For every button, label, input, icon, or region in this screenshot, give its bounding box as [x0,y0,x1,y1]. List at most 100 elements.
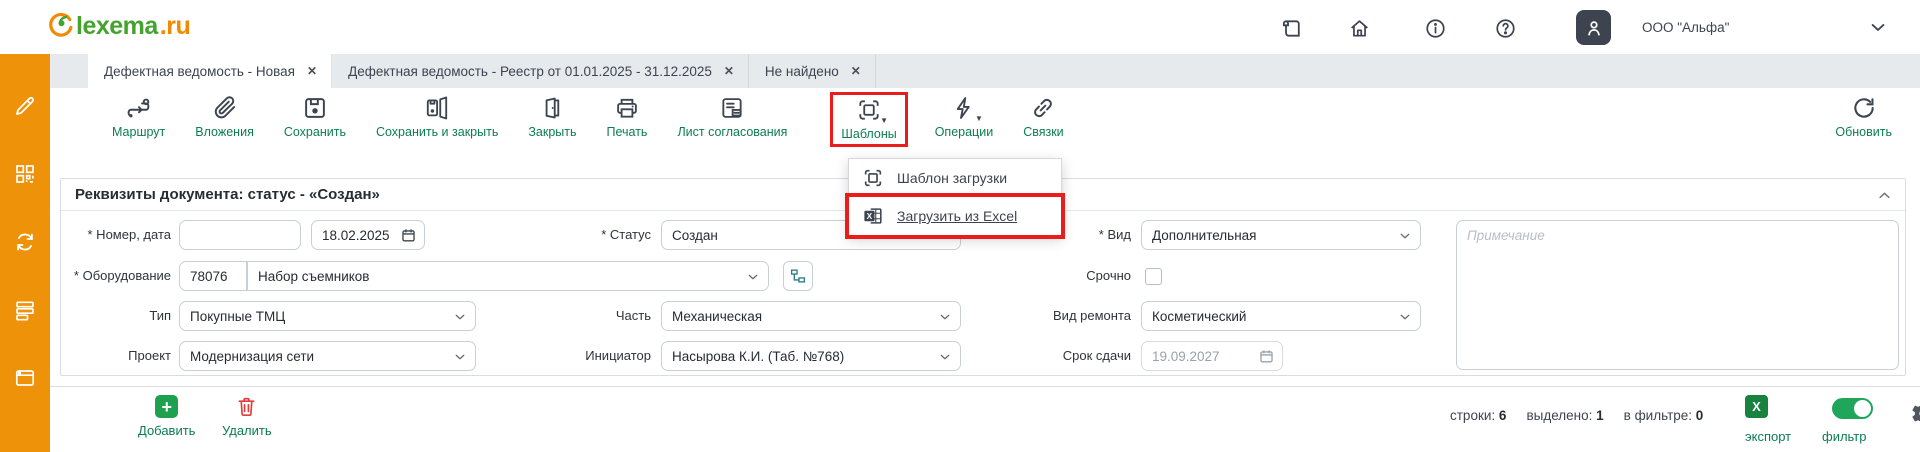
lexema-logo-mark-icon [46,13,74,41]
save-and-close-button[interactable]: Сохранить и закрыть [376,95,498,139]
note-textarea[interactable] [1456,220,1899,370]
links-button[interactable]: Связки [1023,95,1063,139]
deadline-date-input[interactable]: 19.09.2027 [1141,341,1283,371]
toolbar-button-label: Закрыть [528,125,576,139]
tab-defect-statement-registry[interactable]: Дефектная ведомость - Реестр от 01.01.20… [332,54,749,88]
toolbar-button-label: Лист согласования [677,125,787,139]
tab-close-icon[interactable]: ✕ [307,64,317,78]
filter-toggle[interactable] [1832,398,1873,419]
tab-label: Не найдено [765,64,839,79]
approval-sheet-button[interactable]: Лист согласования [677,95,787,139]
status-label: * Статус [491,220,651,250]
part-select[interactable]: Механическая [661,301,961,331]
template-icon [862,167,884,189]
tab-label: Дефектная ведомость - Новая [104,64,295,79]
sidebar-window-icon[interactable] [13,366,37,390]
equipment-name-select[interactable]: Набор съемников [247,261,769,291]
excel-export-label: экспорт [1745,429,1791,444]
delete-row-button[interactable]: Удалить [222,395,272,438]
delete-button-label: Удалить [222,423,272,438]
template-icon: ▼ [856,97,882,123]
tree-select-button[interactable] [783,261,813,291]
info-icon[interactable] [1424,17,1447,40]
print-button[interactable]: Печать [607,95,648,139]
menu-item-label: Загрузить из Excel [897,208,1017,224]
collapse-chevron-icon[interactable] [1877,188,1892,203]
urgent-checkbox[interactable] [1145,268,1162,285]
calendar-icon [1258,348,1275,365]
save-button[interactable]: Сохранить [284,95,346,139]
account-chevron-down-icon[interactable] [1868,17,1888,37]
project-select[interactable]: Модернизация сети [179,341,476,371]
sidebar-sync-icon[interactable] [13,230,37,254]
sidebar-pencil-icon[interactable] [13,94,37,118]
filtered-counter: в фильтре: 0 [1624,408,1704,423]
scroll-icon[interactable] [1280,17,1303,40]
chevron-down-icon [1398,310,1412,324]
home-icon[interactable] [1348,17,1371,40]
date-input[interactable]: 18.02.2025 [311,220,425,250]
equipment-label: * Оборудование [61,261,171,291]
toolbar-button-label: Печать [607,125,648,139]
doc-kind-select[interactable]: Дополнительная [1141,220,1421,250]
toolbar-button-label: Вложения [195,125,254,139]
refresh-button[interactable]: Обновить [1835,95,1892,139]
lexema-logo[interactable]: lexema.ru [46,12,190,41]
company-name: ООО "Альфа" [1642,20,1729,35]
tab-close-icon[interactable]: ✕ [724,64,734,78]
chevron-down-icon [453,350,467,364]
dropdown-caret-icon: ▼ [880,116,888,125]
help-icon[interactable] [1494,17,1517,40]
app-header: lexema.ru ООО "Альфа" [0,0,1920,54]
operations-button[interactable]: ▼ Операции [935,95,993,139]
tab-close-icon[interactable]: ✕ [851,64,861,78]
toolbar-button-label: Операции [935,125,993,139]
menu-item-label: Шаблон загрузки [897,170,1007,186]
trash-icon [235,395,258,418]
excel-icon: X [862,205,884,227]
calendar-icon[interactable] [400,227,417,244]
grid-counters: строки: 6 выделено: 1 в фильтре: 0 [1450,408,1703,423]
toolbar-button-label: Шаблоны [841,127,896,141]
templates-button[interactable]: ▼ Шаблоны [841,97,896,141]
chevron-down-icon [1398,229,1412,243]
equipment-code-input[interactable]: 78076 [179,261,247,291]
tab-label: Дефектная ведомость - Реестр от 01.01.20… [348,64,712,79]
tab-not-found[interactable]: Не найдено ✕ [749,54,876,88]
tab-defect-statement-new[interactable]: Дефектная ведомость - Новая ✕ [88,54,332,88]
repair-kind-select[interactable]: Косметический [1141,301,1421,331]
type-select[interactable]: Покупные ТМЦ [179,301,476,331]
sidebar [0,54,50,452]
chevron-down-icon [453,310,467,324]
annotation-box-templates: ▼ Шаблоны [830,92,907,147]
close-button[interactable]: Закрыть [528,95,576,139]
sidebar-print-queue-icon[interactable] [13,298,37,322]
number-date-label: * Номер, дата [61,220,171,250]
initiator-select[interactable]: Насырова К.И. (Таб. №768) [661,341,961,371]
gear-icon[interactable] [1910,400,1920,427]
repair-kind-label: Вид ремонта [931,301,1131,331]
add-row-button[interactable]: + Добавить [138,395,195,438]
project-label: Проект [61,341,171,371]
floppy-save-icon [302,95,328,121]
grid-toolbar: + Добавить Удалить строки: 6 выделено: 1… [50,386,1920,452]
attachments-button[interactable]: Вложения [195,95,254,139]
number-input[interactable] [179,220,301,250]
menu-item-load-from-excel[interactable]: X Загрузить из Excel [849,197,1061,235]
menu-item-template-load[interactable]: Шаблон загрузки [849,159,1061,197]
toolbar-button-label: Связки [1023,125,1063,139]
lightning-icon: ▼ [951,95,977,121]
tree-icon [789,267,807,285]
excel-export-button[interactable]: X [1745,395,1768,418]
urgent-label: Срочно [931,261,1131,291]
route-icon [126,95,152,121]
templates-dropdown-menu: Шаблон загрузки X Загрузить из Excel [848,158,1062,236]
selected-counter: выделено: 1 [1526,408,1603,423]
route-button[interactable]: Маршрут [112,95,165,139]
paperclip-icon [212,95,238,121]
sidebar-qr-code-icon[interactable] [13,162,37,186]
user-avatar[interactable] [1576,10,1611,45]
plus-icon: + [155,395,178,418]
toolbar-button-label: Маршрут [112,125,165,139]
initiator-label: Инициатор [491,341,651,371]
